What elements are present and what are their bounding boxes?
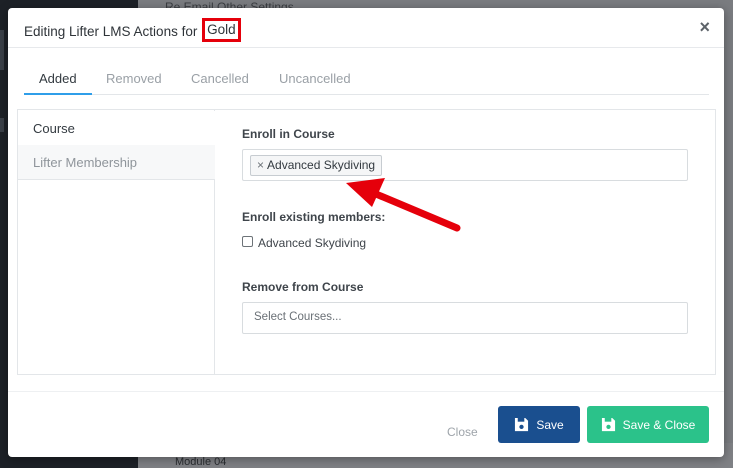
modal-title-highlight: Gold — [202, 18, 241, 42]
remove-course-placeholder: Select Courses... — [254, 311, 342, 323]
save-button[interactable]: Save — [498, 406, 580, 443]
side-nav: Course Lifter Membership — [18, 110, 215, 374]
enroll-existing-checkbox[interactable] — [242, 236, 253, 248]
selected-course-chip: × Advanced Skydiving — [250, 155, 383, 176]
modal-title: Editing Lifter LMS Actions for Gold — [24, 18, 241, 44]
tab-removed[interactable]: Removed — [106, 71, 162, 86]
close-icon[interactable]: × — [699, 18, 710, 36]
remove-from-course-label: Remove from Course — [242, 280, 364, 294]
tab-added[interactable]: Added — [39, 71, 77, 86]
enroll-in-course-label: Enroll in Course — [242, 127, 335, 141]
edit-actions-modal: Editing Lifter LMS Actions for Gold × Ad… — [8, 8, 724, 457]
action-tabs: Added Removed Cancelled Uncancelled — [24, 65, 709, 95]
enroll-existing-option: Advanced Skydiving — [242, 234, 366, 250]
enroll-course-select[interactable]: × Advanced Skydiving — [242, 149, 688, 181]
modal-title-prefix: Editing Lifter LMS Actions for — [24, 24, 202, 39]
side-nav-item-lifter-membership[interactable]: Lifter Membership — [18, 145, 215, 180]
background-module-label: Module 04 — [175, 456, 227, 468]
side-nav-item-course[interactable]: Course — [18, 111, 215, 146]
save-and-close-button[interactable]: Save & Close — [587, 406, 709, 443]
selected-course-label: Advanced Skydiving — [267, 158, 376, 172]
floppy-disk-icon — [601, 417, 615, 432]
active-tab-indicator — [24, 93, 92, 95]
enroll-existing-checkbox-label[interactable]: Advanced Skydiving — [258, 236, 366, 250]
modal-header: Editing Lifter LMS Actions for Gold × — [8, 8, 724, 48]
enroll-existing-label: Enroll existing members: — [242, 210, 386, 224]
close-button[interactable]: Close — [447, 425, 478, 439]
modal-footer: Close Save Save & Close — [8, 391, 724, 457]
floppy-disk-icon — [515, 417, 529, 432]
save-button-label: Save — [536, 417, 564, 432]
save-and-close-button-label: Save & Close — [622, 417, 696, 432]
background-sidebar-mark — [0, 118, 4, 132]
actions-panel: Course Lifter Membership Enroll in Cours… — [17, 109, 716, 375]
remove-course-select[interactable]: Select Courses... — [242, 302, 688, 334]
background-sidebar-mark — [0, 30, 4, 70]
tab-cancelled[interactable]: Cancelled — [191, 71, 249, 86]
remove-chip-icon[interactable]: × — [257, 158, 264, 172]
tab-uncancelled[interactable]: Uncancelled — [279, 71, 351, 86]
